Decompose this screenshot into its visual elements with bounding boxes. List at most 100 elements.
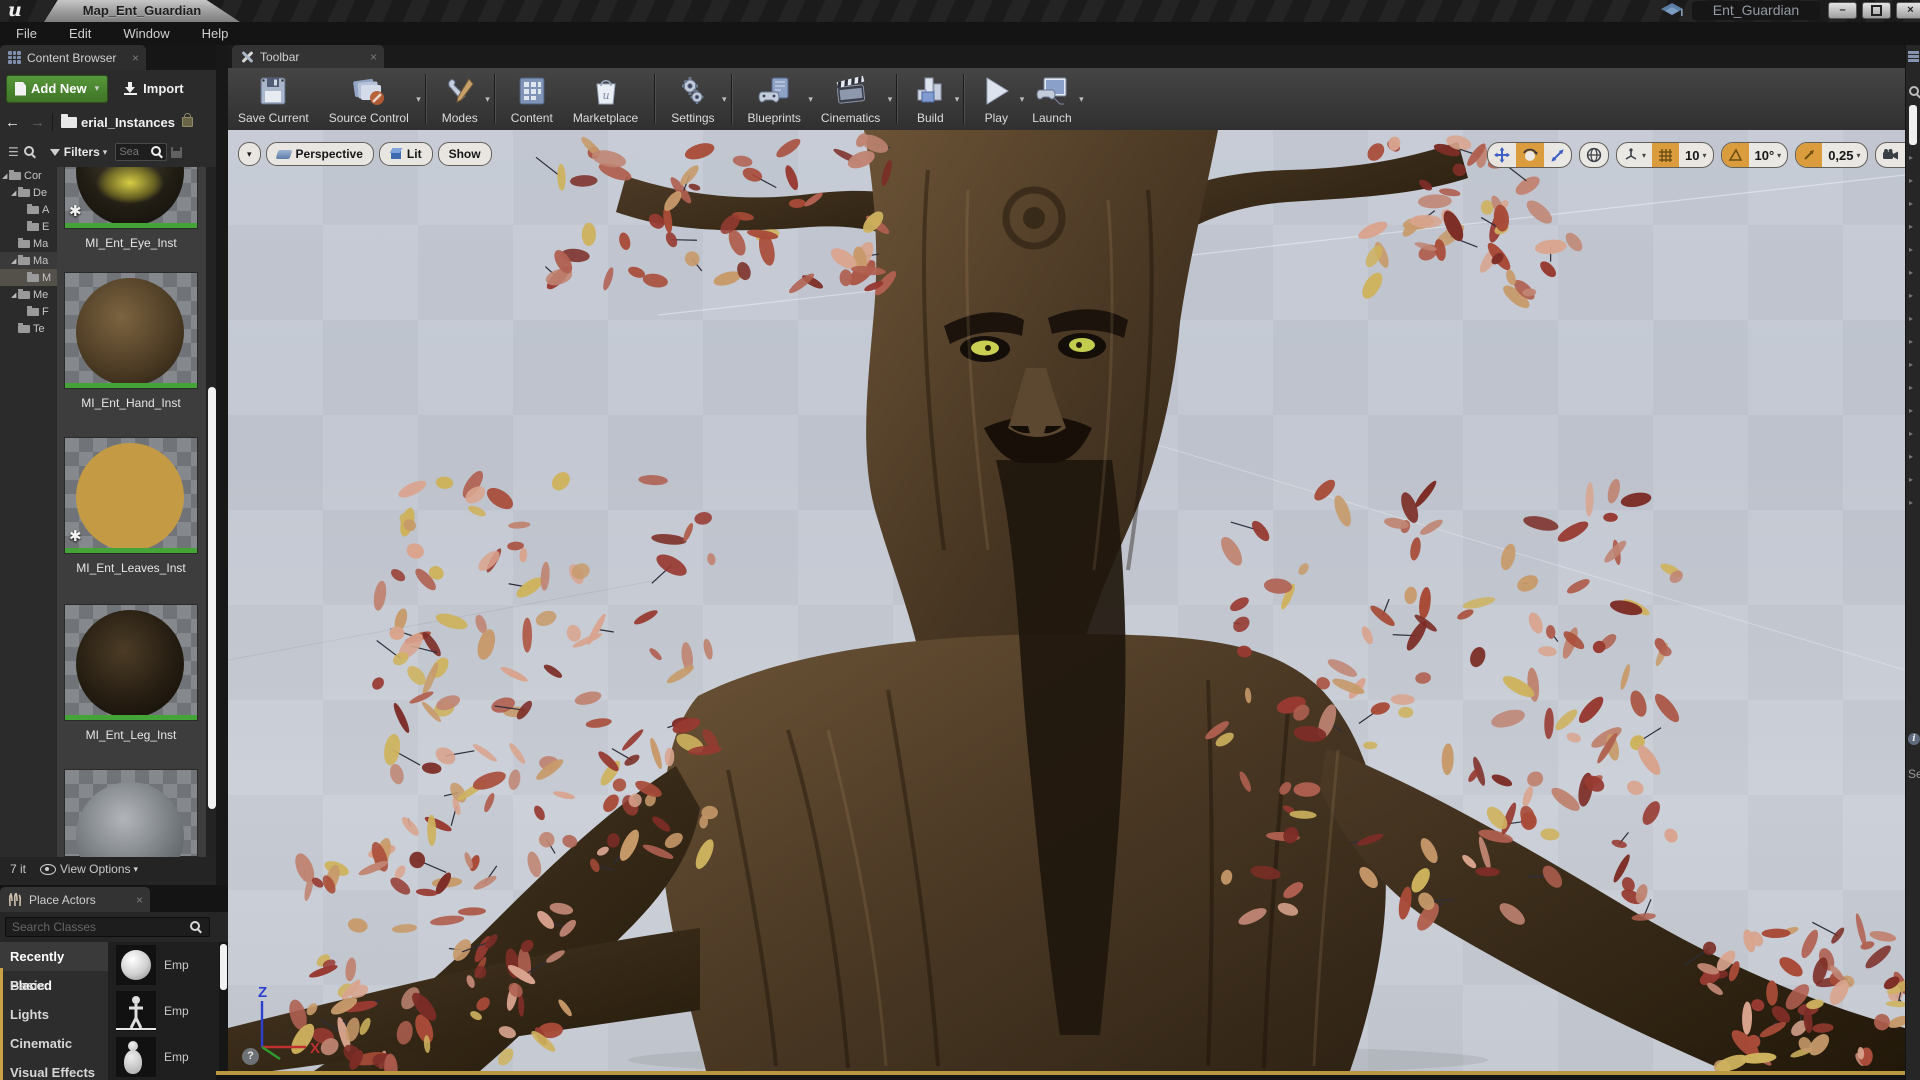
lit-mode-button[interactable]: Lit (378, 142, 433, 166)
tree-folder[interactable]: A (0, 201, 57, 218)
move-tool-button[interactable] (1488, 143, 1516, 167)
sources-panel-icon[interactable]: ☰ (8, 145, 19, 159)
forward-arrow-icon[interactable]: → (25, 114, 50, 131)
close-icon[interactable]: × (132, 51, 139, 65)
save-filter-icon[interactable] (171, 146, 183, 158)
tree-folder[interactable]: E (0, 218, 57, 235)
viewport-options-button[interactable]: ▾ (238, 142, 261, 166)
divider (654, 74, 656, 124)
asset-tile[interactable]: ✱ MI_Ent_Leaves_Inst (64, 437, 198, 575)
scale-snap-value[interactable]: 0,25 ▾ (1822, 143, 1866, 167)
category-lights[interactable]: Lights (0, 1000, 108, 1029)
place-actors-body: Recently Placed Basic Lights Cinematic V… (0, 942, 228, 1080)
expander-icon[interactable]: ◢ (11, 291, 18, 299)
settings-button[interactable]: Settings ▾ (661, 68, 727, 130)
import-button[interactable]: Import (124, 81, 184, 96)
close-button[interactable]: × (1896, 2, 1920, 19)
level-viewport[interactable]: Z X ? (228, 130, 1905, 1071)
asset-tile[interactable]: ✱ MI_Ent_Eye_Inst (64, 167, 198, 250)
launch-button[interactable]: Launch ▾ (1022, 68, 1084, 130)
source-control-icon (352, 78, 384, 105)
unreal-editor-window: u Map_Ent_Guardian Ent_Guardian – × File… (0, 0, 1920, 1080)
menu-edit[interactable]: Edit (53, 22, 107, 45)
actor-list-scrollbar[interactable] (219, 942, 228, 1080)
level-tab[interactable]: Map_Ent_Guardian (44, 0, 240, 22)
scale-snap-toggle[interactable] (1796, 143, 1823, 167)
rotation-snap-value[interactable]: 10° ▾ (1749, 143, 1788, 167)
tree-folder[interactable]: Ma (0, 235, 57, 252)
tutorial-cap-icon[interactable] (1660, 2, 1684, 20)
help-icon[interactable]: ? (242, 1048, 259, 1065)
lock-icon[interactable] (181, 113, 193, 127)
play-button[interactable]: Play ▾ (970, 68, 1024, 130)
filters-button[interactable]: Filters (64, 145, 100, 159)
tree-folder[interactable]: Te (0, 320, 57, 337)
world-space-button[interactable] (1580, 143, 1608, 167)
close-icon[interactable]: × (136, 893, 143, 907)
scale-tool-button[interactable] (1544, 143, 1571, 167)
empty-pawn-thumbnail (116, 1037, 156, 1077)
tree-folder[interactable]: ◢ Cor (0, 167, 57, 184)
empty-actor-thumbnail (116, 945, 156, 985)
tree-folder[interactable]: ◢ Ma (0, 252, 57, 269)
place-actors-tab[interactable]: Place Actors × (0, 887, 150, 912)
perspective-button[interactable]: Perspective (265, 142, 374, 166)
source-control-button[interactable]: Source Control ▾ (319, 68, 421, 130)
asset-tile[interactable] (64, 769, 198, 857)
view-options-button[interactable]: View Options (60, 862, 130, 876)
search-icon (190, 921, 202, 933)
category-visual-effects[interactable]: Visual Effects (0, 1058, 108, 1080)
search-classes-input[interactable] (5, 917, 210, 937)
tree-folder-selected[interactable]: M (0, 269, 57, 286)
surface-snap-button[interactable]: ▾ (1617, 143, 1652, 167)
rotate-icon (1523, 148, 1538, 161)
menu-window[interactable]: Window (107, 22, 185, 45)
build-button[interactable]: Build ▾ (903, 68, 959, 130)
content-button[interactable]: Content (501, 68, 563, 130)
toolbar-tab[interactable]: Toolbar × (232, 45, 384, 68)
asset-tile[interactable]: MI_Ent_Leg_Inst (64, 604, 198, 742)
scrollbar-thumb[interactable] (1909, 105, 1917, 145)
actor-item[interactable]: Emp (108, 1034, 228, 1080)
expander-icon[interactable]: ◢ (11, 257, 18, 265)
current-folder[interactable]: erial_Instances (81, 115, 175, 130)
close-icon[interactable]: × (370, 50, 377, 64)
actor-item[interactable]: Emp (108, 942, 228, 988)
tree-folder[interactable]: ◢ De (0, 184, 57, 201)
rotation-snap-toggle[interactable] (1721, 143, 1749, 167)
restore-button[interactable] (1862, 2, 1891, 19)
expander-icon[interactable]: ◢ (11, 189, 18, 197)
tree-folder[interactable]: ◢ Me (0, 286, 57, 303)
eye-icon (40, 863, 57, 875)
grid-snap-toggle[interactable] (1652, 143, 1680, 167)
rotate-tool-button-selected[interactable] (1516, 143, 1544, 167)
menu-help[interactable]: Help (186, 22, 245, 45)
asset-tile[interactable]: MI_Ent_Hand_Inst (64, 272, 198, 410)
add-new-button[interactable]: Add New ▾ (6, 74, 109, 103)
category-basic[interactable]: Basic (0, 971, 108, 1000)
angle-icon (1728, 148, 1742, 161)
modes-button[interactable]: Modes ▾ (432, 68, 490, 130)
chevron-down-icon: ▾ (722, 94, 727, 104)
scrollbar-thumb[interactable] (220, 944, 227, 990)
back-arrow-icon[interactable]: ← (0, 114, 25, 131)
empty-character-thumbnail (116, 991, 156, 1031)
actor-item[interactable]: Emp (108, 988, 228, 1034)
content-browser-tab[interactable]: Content Browser × (0, 45, 146, 70)
grid-snap-value[interactable]: 10 ▾ (1679, 143, 1712, 167)
expander-icon[interactable]: ◢ (2, 172, 9, 180)
category-cinematic[interactable]: Cinematic (0, 1029, 108, 1058)
menu-file[interactable]: File (0, 22, 53, 45)
category-recently-placed[interactable]: Recently Placed (0, 942, 108, 993)
marketplace-button[interactable]: u Marketplace (563, 68, 648, 130)
save-current-button[interactable]: Save Current (228, 68, 319, 130)
new-asset-icon (15, 81, 26, 96)
minimize-button[interactable]: – (1828, 2, 1857, 19)
find-icon[interactable] (23, 146, 36, 158)
scrollbar-thumb[interactable] (208, 387, 216, 809)
tree-folder[interactable]: F (0, 303, 57, 320)
blueprints-button[interactable]: Blueprints ▾ (738, 68, 813, 130)
show-button[interactable]: Show (437, 142, 492, 166)
cinematics-button[interactable]: Cinematics ▾ (811, 68, 892, 130)
asset-name: MI_Ent_Hand_Inst (81, 396, 181, 410)
